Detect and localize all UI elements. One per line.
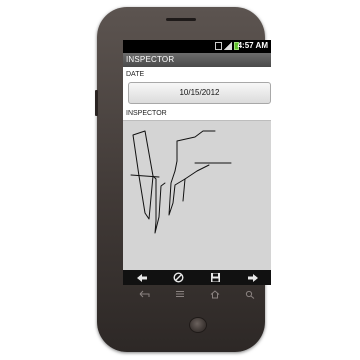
date-picker-button[interactable]: 10/15/2012 [128,82,271,104]
hw-back-key[interactable] [138,289,152,299]
hardware-keys [127,288,267,300]
hw-search-key[interactable] [243,289,257,299]
cancel-button[interactable] [169,271,189,284]
action-bar [123,270,271,285]
back-icon [139,290,149,298]
phone-screen: 4:57 AM INSPECTOR DATE 10/15/2012 INSPEC… [123,40,271,285]
back-arrow-icon [136,273,147,282]
menu-icon [175,291,184,297]
search-icon [245,290,254,299]
date-label: DATE [126,71,145,78]
save-icon [211,273,220,282]
volume-key[interactable] [95,90,98,116]
trackball[interactable] [189,317,207,333]
back-arrow-button[interactable] [132,271,152,284]
signal-bars-icon [224,42,232,50]
status-bar: 4:57 AM [123,40,271,53]
app-title-bar: INSPECTOR [123,53,271,67]
cancel-icon [173,272,184,283]
earpiece-speaker [166,18,196,21]
forward-arrow-button[interactable] [243,271,263,284]
device-frame: 4:57 AM INSPECTOR DATE 10/15/2012 INSPEC… [0,0,360,360]
hw-home-key[interactable] [208,289,222,299]
signature-strokes [130,130,232,234]
signature-pad[interactable] [123,120,271,270]
forward-arrow-icon [247,273,258,282]
hw-menu-key[interactable] [173,289,187,299]
status-time: 4:57 AM [237,41,268,50]
home-icon [210,289,219,298]
inspector-label: INSPECTOR [126,110,167,117]
sim-icon [215,42,222,50]
status-icons [215,42,239,50]
save-button[interactable] [206,271,226,284]
